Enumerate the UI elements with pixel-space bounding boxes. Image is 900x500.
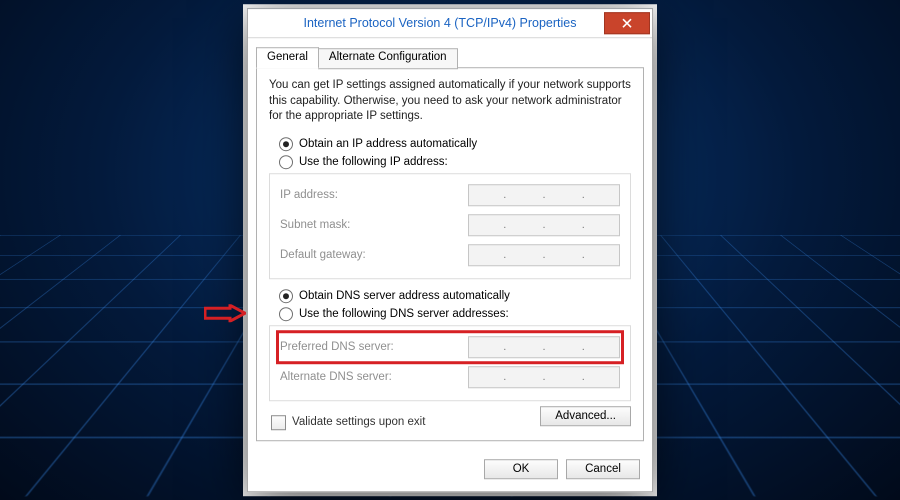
default-gateway-input: ... xyxy=(468,244,620,266)
checkbox-icon xyxy=(271,415,286,430)
radio-use-ip-manual[interactable]: Use the following IP address: xyxy=(269,153,631,171)
ip-settings-group: IP address: ... Subnet mask: ... Default… xyxy=(269,173,631,279)
tab-panel-general: You can get IP settings assigned automat… xyxy=(256,67,644,441)
radio-icon xyxy=(279,137,293,151)
field-default-gateway: Default gateway: ... xyxy=(278,240,622,270)
field-label: Preferred DNS server: xyxy=(280,341,394,353)
radio-icon xyxy=(279,289,293,303)
window-title: Internet Protocol Version 4 (TCP/IPv4) P… xyxy=(248,16,604,30)
field-ip-address: IP address: ... xyxy=(278,180,622,210)
close-icon xyxy=(622,18,632,28)
field-label: Default gateway: xyxy=(280,249,366,261)
radio-obtain-dns-auto[interactable]: Obtain DNS server address automatically xyxy=(269,287,631,305)
radio-icon xyxy=(279,155,293,169)
field-subnet-mask: Subnet mask: ... xyxy=(278,210,622,240)
field-label: Subnet mask: xyxy=(280,219,350,231)
titlebar: Internet Protocol Version 4 (TCP/IPv4) P… xyxy=(248,9,652,38)
radio-label: Obtain DNS server address automatically xyxy=(299,290,510,302)
field-label: Alternate DNS server: xyxy=(280,371,392,383)
checkbox-label: Validate settings upon exit xyxy=(292,416,425,428)
field-alternate-dns: Alternate DNS server: ... xyxy=(278,362,622,392)
radio-icon xyxy=(279,307,293,321)
subnet-mask-input: ... xyxy=(468,214,620,236)
field-label: IP address: xyxy=(280,189,338,201)
advanced-button[interactable]: Advanced... xyxy=(540,406,631,426)
intro-text: You can get IP settings assigned automat… xyxy=(269,78,631,125)
ok-button[interactable]: OK xyxy=(484,459,558,479)
dialog-buttons: OK Cancel xyxy=(248,449,652,491)
radio-label: Obtain an IP address automatically xyxy=(299,138,477,150)
radio-use-dns-manual[interactable]: Use the following DNS server addresses: xyxy=(269,305,631,323)
cancel-button[interactable]: Cancel xyxy=(566,459,640,479)
field-preferred-dns: Preferred DNS server: ... xyxy=(278,332,622,362)
radio-obtain-ip-auto[interactable]: Obtain an IP address automatically xyxy=(269,135,631,153)
dns-settings-group: Preferred DNS server: ... Alternate DNS … xyxy=(269,325,631,401)
preferred-dns-input: ... xyxy=(468,336,620,358)
radio-label: Use the following DNS server addresses: xyxy=(299,308,509,320)
tab-strip: General Alternate Configuration xyxy=(256,47,644,68)
tab-general[interactable]: General xyxy=(256,47,319,68)
tab-alternate-configuration[interactable]: Alternate Configuration xyxy=(318,48,458,69)
close-button[interactable] xyxy=(604,12,650,34)
ip-address-input: ... xyxy=(468,184,620,206)
alternate-dns-input: ... xyxy=(468,366,620,388)
dialog-window: Internet Protocol Version 4 (TCP/IPv4) P… xyxy=(247,8,653,492)
radio-label: Use the following IP address: xyxy=(299,156,448,168)
